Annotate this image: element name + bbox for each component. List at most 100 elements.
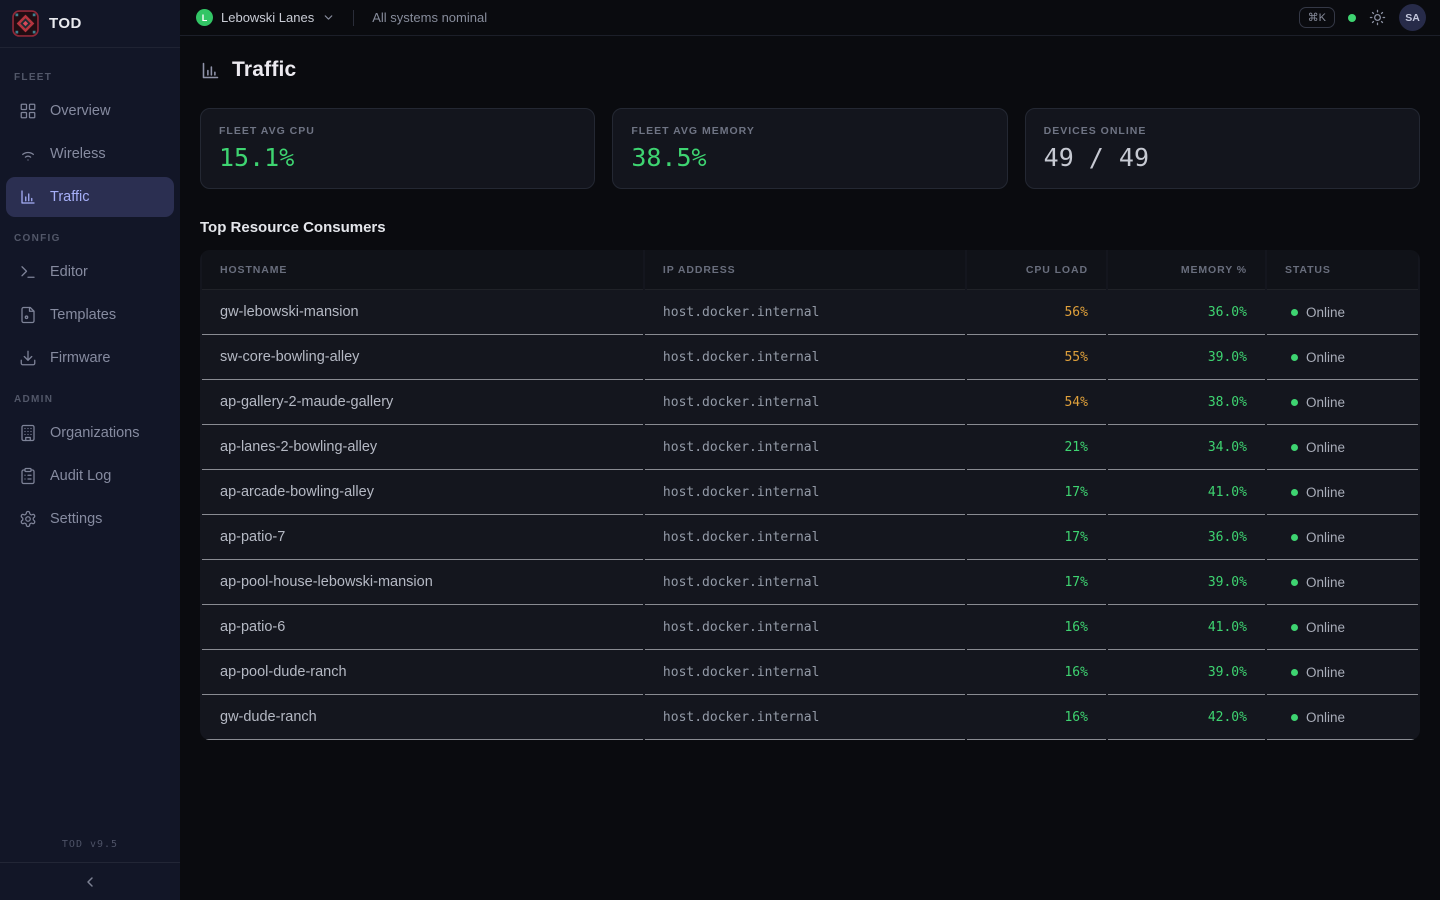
- cell-hostname: ap-patio-7: [202, 515, 643, 560]
- health-dot-icon: [1348, 14, 1356, 22]
- column-header-status: STATUS: [1267, 250, 1418, 290]
- cell-memory: 36.0%: [1108, 290, 1265, 335]
- stats-row: FLEET AVG CPU 15.1% FLEET AVG MEMORY 38.…: [200, 108, 1420, 189]
- column-header-hostname: HOSTNAME: [202, 250, 643, 290]
- sidebar-item-traffic[interactable]: Traffic: [6, 177, 174, 217]
- sidebar-item-audit-log[interactable]: Audit Log: [6, 456, 174, 496]
- cell-cpu-load: 17%: [967, 560, 1106, 605]
- cell-cpu-load: 16%: [967, 650, 1106, 695]
- cell-memory: 39.0%: [1108, 650, 1265, 695]
- status-text: Online: [1306, 620, 1345, 635]
- status-text: Online: [1306, 485, 1345, 500]
- cell-status: Online: [1267, 425, 1418, 470]
- sidebar-collapse-button[interactable]: [0, 862, 180, 900]
- sidebar-nav: FLEET Overview Wireless Traffic CONFIG E…: [0, 48, 180, 829]
- cell-cpu-load: 16%: [967, 695, 1106, 740]
- status-text: Online: [1306, 350, 1345, 365]
- topbar-divider: [353, 10, 354, 26]
- status-text: Online: [1306, 530, 1345, 545]
- sidebar-section-label: CONFIG: [14, 233, 180, 244]
- table-row[interactable]: ap-arcade-bowling-alley host.docker.inte…: [202, 470, 1418, 515]
- column-header-cpu: CPU LOAD: [967, 250, 1106, 290]
- sidebar-item-organizations[interactable]: Organizations: [6, 413, 174, 453]
- cell-cpu-load: 56%: [967, 290, 1106, 335]
- table-row[interactable]: gw-lebowski-mansion host.docker.internal…: [202, 290, 1418, 335]
- user-avatar[interactable]: SA: [1399, 4, 1426, 31]
- sidebar-item-overview[interactable]: Overview: [6, 91, 174, 131]
- page-title: Traffic: [232, 58, 296, 82]
- stat-value: 38.5%: [631, 143, 988, 172]
- status-dot-icon: [1291, 714, 1298, 721]
- org-avatar: L: [196, 9, 213, 26]
- sidebar-item-editor[interactable]: Editor: [6, 252, 174, 292]
- cell-ip: host.docker.internal: [645, 290, 965, 335]
- chevron-left-icon: [82, 874, 98, 890]
- cell-hostname: gw-lebowski-mansion: [202, 290, 643, 335]
- stat-card: DEVICES ONLINE 49 / 49: [1025, 108, 1420, 189]
- stat-label: DEVICES ONLINE: [1044, 125, 1401, 137]
- cell-cpu-load: 55%: [967, 335, 1106, 380]
- wifi-icon: [19, 145, 37, 163]
- table-row[interactable]: ap-pool-house-lebowski-mansion host.dock…: [202, 560, 1418, 605]
- command-palette-shortcut[interactable]: ⌘K: [1299, 7, 1335, 28]
- table-row[interactable]: ap-lanes-2-bowling-alley host.docker.int…: [202, 425, 1418, 470]
- cell-status: Online: [1267, 290, 1418, 335]
- cell-status: Online: [1267, 605, 1418, 650]
- status-dot-icon: [1291, 444, 1298, 451]
- stat-value: 49 / 49: [1044, 143, 1401, 172]
- cell-memory: 34.0%: [1108, 425, 1265, 470]
- cell-status: Online: [1267, 380, 1418, 425]
- cell-status: Online: [1267, 695, 1418, 740]
- cell-ip: host.docker.internal: [645, 560, 965, 605]
- cell-memory: 39.0%: [1108, 560, 1265, 605]
- sidebar-item-label: Settings: [50, 511, 102, 527]
- sidebar: TOD FLEET Overview Wireless Traffic CONF…: [0, 0, 180, 900]
- table-row[interactable]: gw-dude-ranch host.docker.internal 16% 4…: [202, 695, 1418, 740]
- cell-memory: 41.0%: [1108, 605, 1265, 650]
- system-status-text: All systems nominal: [372, 10, 487, 25]
- table-row[interactable]: ap-pool-dude-ranch host.docker.internal …: [202, 650, 1418, 695]
- theme-toggle-sun-icon[interactable]: [1369, 9, 1386, 26]
- status-text: Online: [1306, 440, 1345, 455]
- status-dot-icon: [1291, 534, 1298, 541]
- cell-status: Online: [1267, 470, 1418, 515]
- sidebar-item-templates[interactable]: Templates: [6, 295, 174, 335]
- cell-status: Online: [1267, 560, 1418, 605]
- cell-hostname: ap-patio-6: [202, 605, 643, 650]
- sidebar-item-wireless[interactable]: Wireless: [6, 134, 174, 174]
- cell-ip: host.docker.internal: [645, 695, 965, 740]
- table-header-row: HOSTNAME IP ADDRESS CPU LOAD MEMORY % ST…: [202, 250, 1418, 290]
- org-name: Lebowski Lanes: [221, 10, 314, 25]
- status-text: Online: [1306, 575, 1345, 590]
- gear-icon: [19, 510, 37, 528]
- top-consumers-table: HOSTNAME IP ADDRESS CPU LOAD MEMORY % ST…: [200, 250, 1420, 740]
- stat-value: 15.1%: [219, 143, 576, 172]
- table-row[interactable]: ap-patio-7 host.docker.internal 17% 36.0…: [202, 515, 1418, 560]
- download-icon: [19, 349, 37, 367]
- status-text: Online: [1306, 305, 1345, 320]
- sidebar-item-settings[interactable]: Settings: [6, 499, 174, 539]
- sidebar-item-firmware[interactable]: Firmware: [6, 338, 174, 378]
- table-row[interactable]: sw-core-bowling-alley host.docker.intern…: [202, 335, 1418, 380]
- sidebar-item-label: Organizations: [50, 425, 139, 441]
- org-switcher[interactable]: L Lebowski Lanes: [196, 9, 335, 26]
- cell-status: Online: [1267, 515, 1418, 560]
- status-dot-icon: [1291, 669, 1298, 676]
- app-logo-icon: [12, 10, 39, 37]
- file-icon: [19, 306, 37, 324]
- cell-ip: host.docker.internal: [645, 380, 965, 425]
- cell-cpu-load: 54%: [967, 380, 1106, 425]
- table-row[interactable]: ap-patio-6 host.docker.internal 16% 41.0…: [202, 605, 1418, 650]
- status-dot-icon: [1291, 309, 1298, 316]
- status-text: Online: [1306, 665, 1345, 680]
- status-dot-icon: [1291, 354, 1298, 361]
- building-icon: [19, 424, 37, 442]
- sidebar-section-label: FLEET: [14, 72, 180, 83]
- cell-memory: 41.0%: [1108, 470, 1265, 515]
- app-version: TOD v9.5: [0, 829, 180, 862]
- cell-ip: host.docker.internal: [645, 650, 965, 695]
- cell-status: Online: [1267, 335, 1418, 380]
- cell-hostname: sw-core-bowling-alley: [202, 335, 643, 380]
- sidebar-section-label: ADMIN: [14, 394, 180, 405]
- table-row[interactable]: ap-gallery-2-maude-gallery host.docker.i…: [202, 380, 1418, 425]
